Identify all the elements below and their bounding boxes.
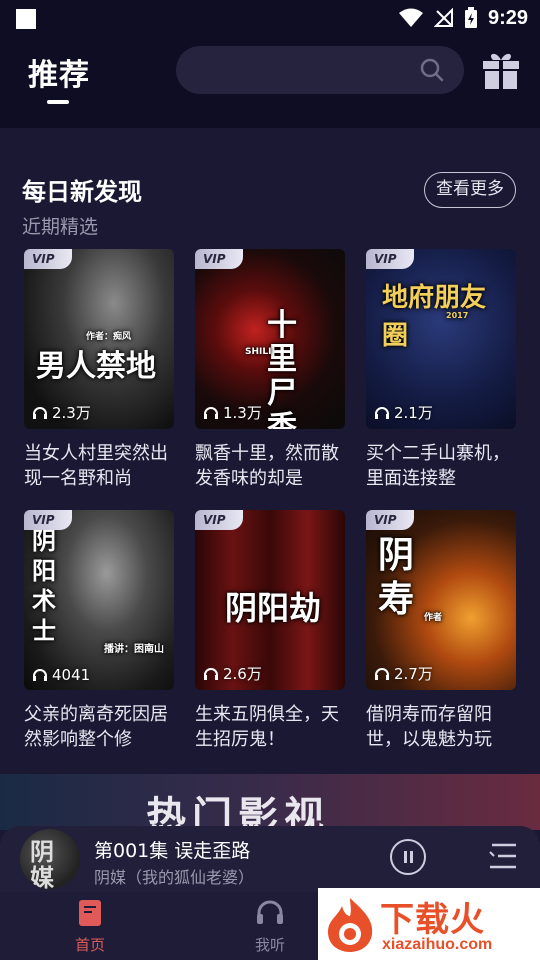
active-tab-indicator	[47, 100, 69, 104]
book-cover: 阴寿 作者 VIP 2.7万	[366, 510, 516, 690]
book-description: 买个二手山寨机，里面连接整	[366, 443, 510, 489]
cover-title: 十里尸香	[267, 308, 297, 430]
book-card[interactable]: 阴阳术士 播讲：困南山 VIP 4041 父亲的离奇死因居然影响整个修	[24, 510, 174, 752]
pause-icon-bar	[410, 851, 413, 863]
mini-player[interactable]: 阴媒 第001集 误走歪路 阴媒（我的狐仙老婆）	[0, 826, 540, 892]
watermark-url: xiazaihuo.com	[382, 936, 493, 953]
player-cover-text: 阴媒	[30, 838, 54, 889]
nav-home-label: 首页	[74, 936, 105, 954]
tab-recommend[interactable]: 推荐	[28, 50, 90, 94]
play-count: 2.3万	[32, 402, 91, 423]
book-description: 飘香十里，然而散发香味的却是	[195, 443, 339, 489]
gift-icon[interactable]	[482, 50, 520, 90]
cover-author: 作者	[424, 613, 443, 623]
vip-badge: VIP	[24, 249, 72, 269]
cover-author: 2017	[446, 311, 469, 320]
book-icon	[79, 900, 101, 926]
book-description: 生来五阴俱全，天生招厉鬼！	[195, 704, 339, 750]
player-album-title: 阴媒（我的狐仙老婆）	[94, 868, 255, 887]
book-card[interactable]: 作者：痴风 男人禁地 VIP 2.3万 当女人村里突然出现一名野和尚	[24, 249, 174, 491]
nav-home[interactable]: 首页	[50, 898, 130, 955]
play-count: 4041	[32, 666, 90, 684]
cover-title: 男人禁地	[36, 349, 156, 384]
player-cover: 阴媒	[20, 829, 80, 889]
status-bar: 9:29	[0, 0, 540, 36]
search-input[interactable]	[176, 46, 464, 94]
wifi-icon	[398, 8, 423, 27]
pause-button[interactable]	[390, 839, 426, 875]
cover-author: 播讲：困南山	[104, 644, 164, 655]
cover-title: 阴阳术士	[32, 527, 56, 645]
vip-badge: VIP	[24, 510, 72, 530]
clock: 9:29	[487, 6, 528, 29]
play-count: 2.7万	[374, 663, 433, 684]
cover-author: SHILI	[245, 347, 272, 357]
headphones-icon	[33, 669, 47, 681]
headphones-icon	[375, 667, 389, 680]
signal-off-icon	[433, 8, 453, 27]
vip-badge: VIP	[366, 249, 414, 269]
vip-badge: VIP	[195, 249, 243, 269]
book-cover: 阴阳术士 播讲：困南山 VIP 4041	[24, 510, 174, 690]
play-count-value: 2.3万	[52, 404, 91, 422]
play-count: 2.6万	[203, 663, 262, 684]
view-more-button[interactable]: 查看更多	[424, 172, 516, 208]
play-count-value: 2.7万	[394, 665, 433, 683]
book-card[interactable]: 十里尸香 SHILI VIP 1.3万 飘香十里，然而散发香味的却是	[195, 249, 345, 491]
book-cover: 地府朋友圈 2017 VIP 2.1万	[366, 249, 516, 429]
book-cover: 作者：痴风 男人禁地 VIP 2.3万	[24, 249, 174, 429]
headphones-icon	[204, 667, 218, 680]
cover-title: 阴寿	[378, 535, 415, 620]
battery-charging-icon	[464, 7, 477, 28]
book-cover: 阴阳劫 VIP 2.6万	[195, 510, 345, 690]
nav-listen[interactable]: 我听	[230, 898, 310, 955]
play-count: 1.3万	[203, 402, 262, 423]
section-title: 每日新发现	[22, 178, 142, 206]
promo-banner[interactable]: 热门影视	[0, 774, 540, 830]
watermark-text: 下载火	[380, 900, 485, 940]
vip-badge: VIP	[195, 510, 243, 530]
fire-logo-icon	[328, 898, 373, 952]
book-card[interactable]: 阴寿 作者 VIP 2.7万 借阴寿而存留阳世，以鬼魅为玩	[366, 510, 516, 752]
pause-icon	[404, 851, 407, 863]
book-description: 借阴寿而存留阳世，以鬼魅为玩	[366, 704, 492, 750]
play-count-value: 1.3万	[223, 404, 262, 422]
book-description: 当女人村里突然出现一名野和尚	[24, 443, 168, 489]
play-count-value: 4041	[52, 666, 91, 684]
headphones-icon	[375, 406, 389, 419]
section-subtitle: 近期精选	[22, 216, 99, 238]
play-count-value: 2.1万	[394, 404, 433, 422]
vip-badge: VIP	[366, 510, 414, 530]
book-card[interactable]: 地府朋友圈 2017 VIP 2.1万 买个二手山寨机，里面连接整	[366, 249, 516, 491]
search-icon	[420, 58, 444, 82]
book-description: 父亲的离奇死因居然影响整个修	[24, 704, 168, 750]
book-cover: 十里尸香 SHILI VIP 1.3万	[195, 249, 345, 429]
book-card[interactable]: 阴阳劫 VIP 2.6万 生来五阴俱全，天生招厉鬼！	[195, 510, 345, 752]
notification-icon	[16, 9, 36, 29]
playlist-icon[interactable]	[488, 842, 518, 870]
play-count: 2.1万	[374, 402, 433, 423]
cover-title: 阴阳劫	[225, 589, 322, 627]
header: 推荐	[0, 36, 540, 128]
headphones-icon	[33, 406, 47, 419]
player-track-title: 第001集 误走歪路	[94, 840, 251, 862]
cover-title: 地府朋友圈	[382, 283, 487, 351]
banner-title: 热门影视	[146, 794, 330, 830]
headphones-icon	[257, 900, 283, 924]
play-count-value: 2.6万	[223, 665, 262, 683]
nav-listen-label: 我听	[254, 936, 285, 954]
headphones-icon	[204, 406, 218, 419]
watermark: 下载火 xiazaihuo.com	[318, 888, 540, 960]
